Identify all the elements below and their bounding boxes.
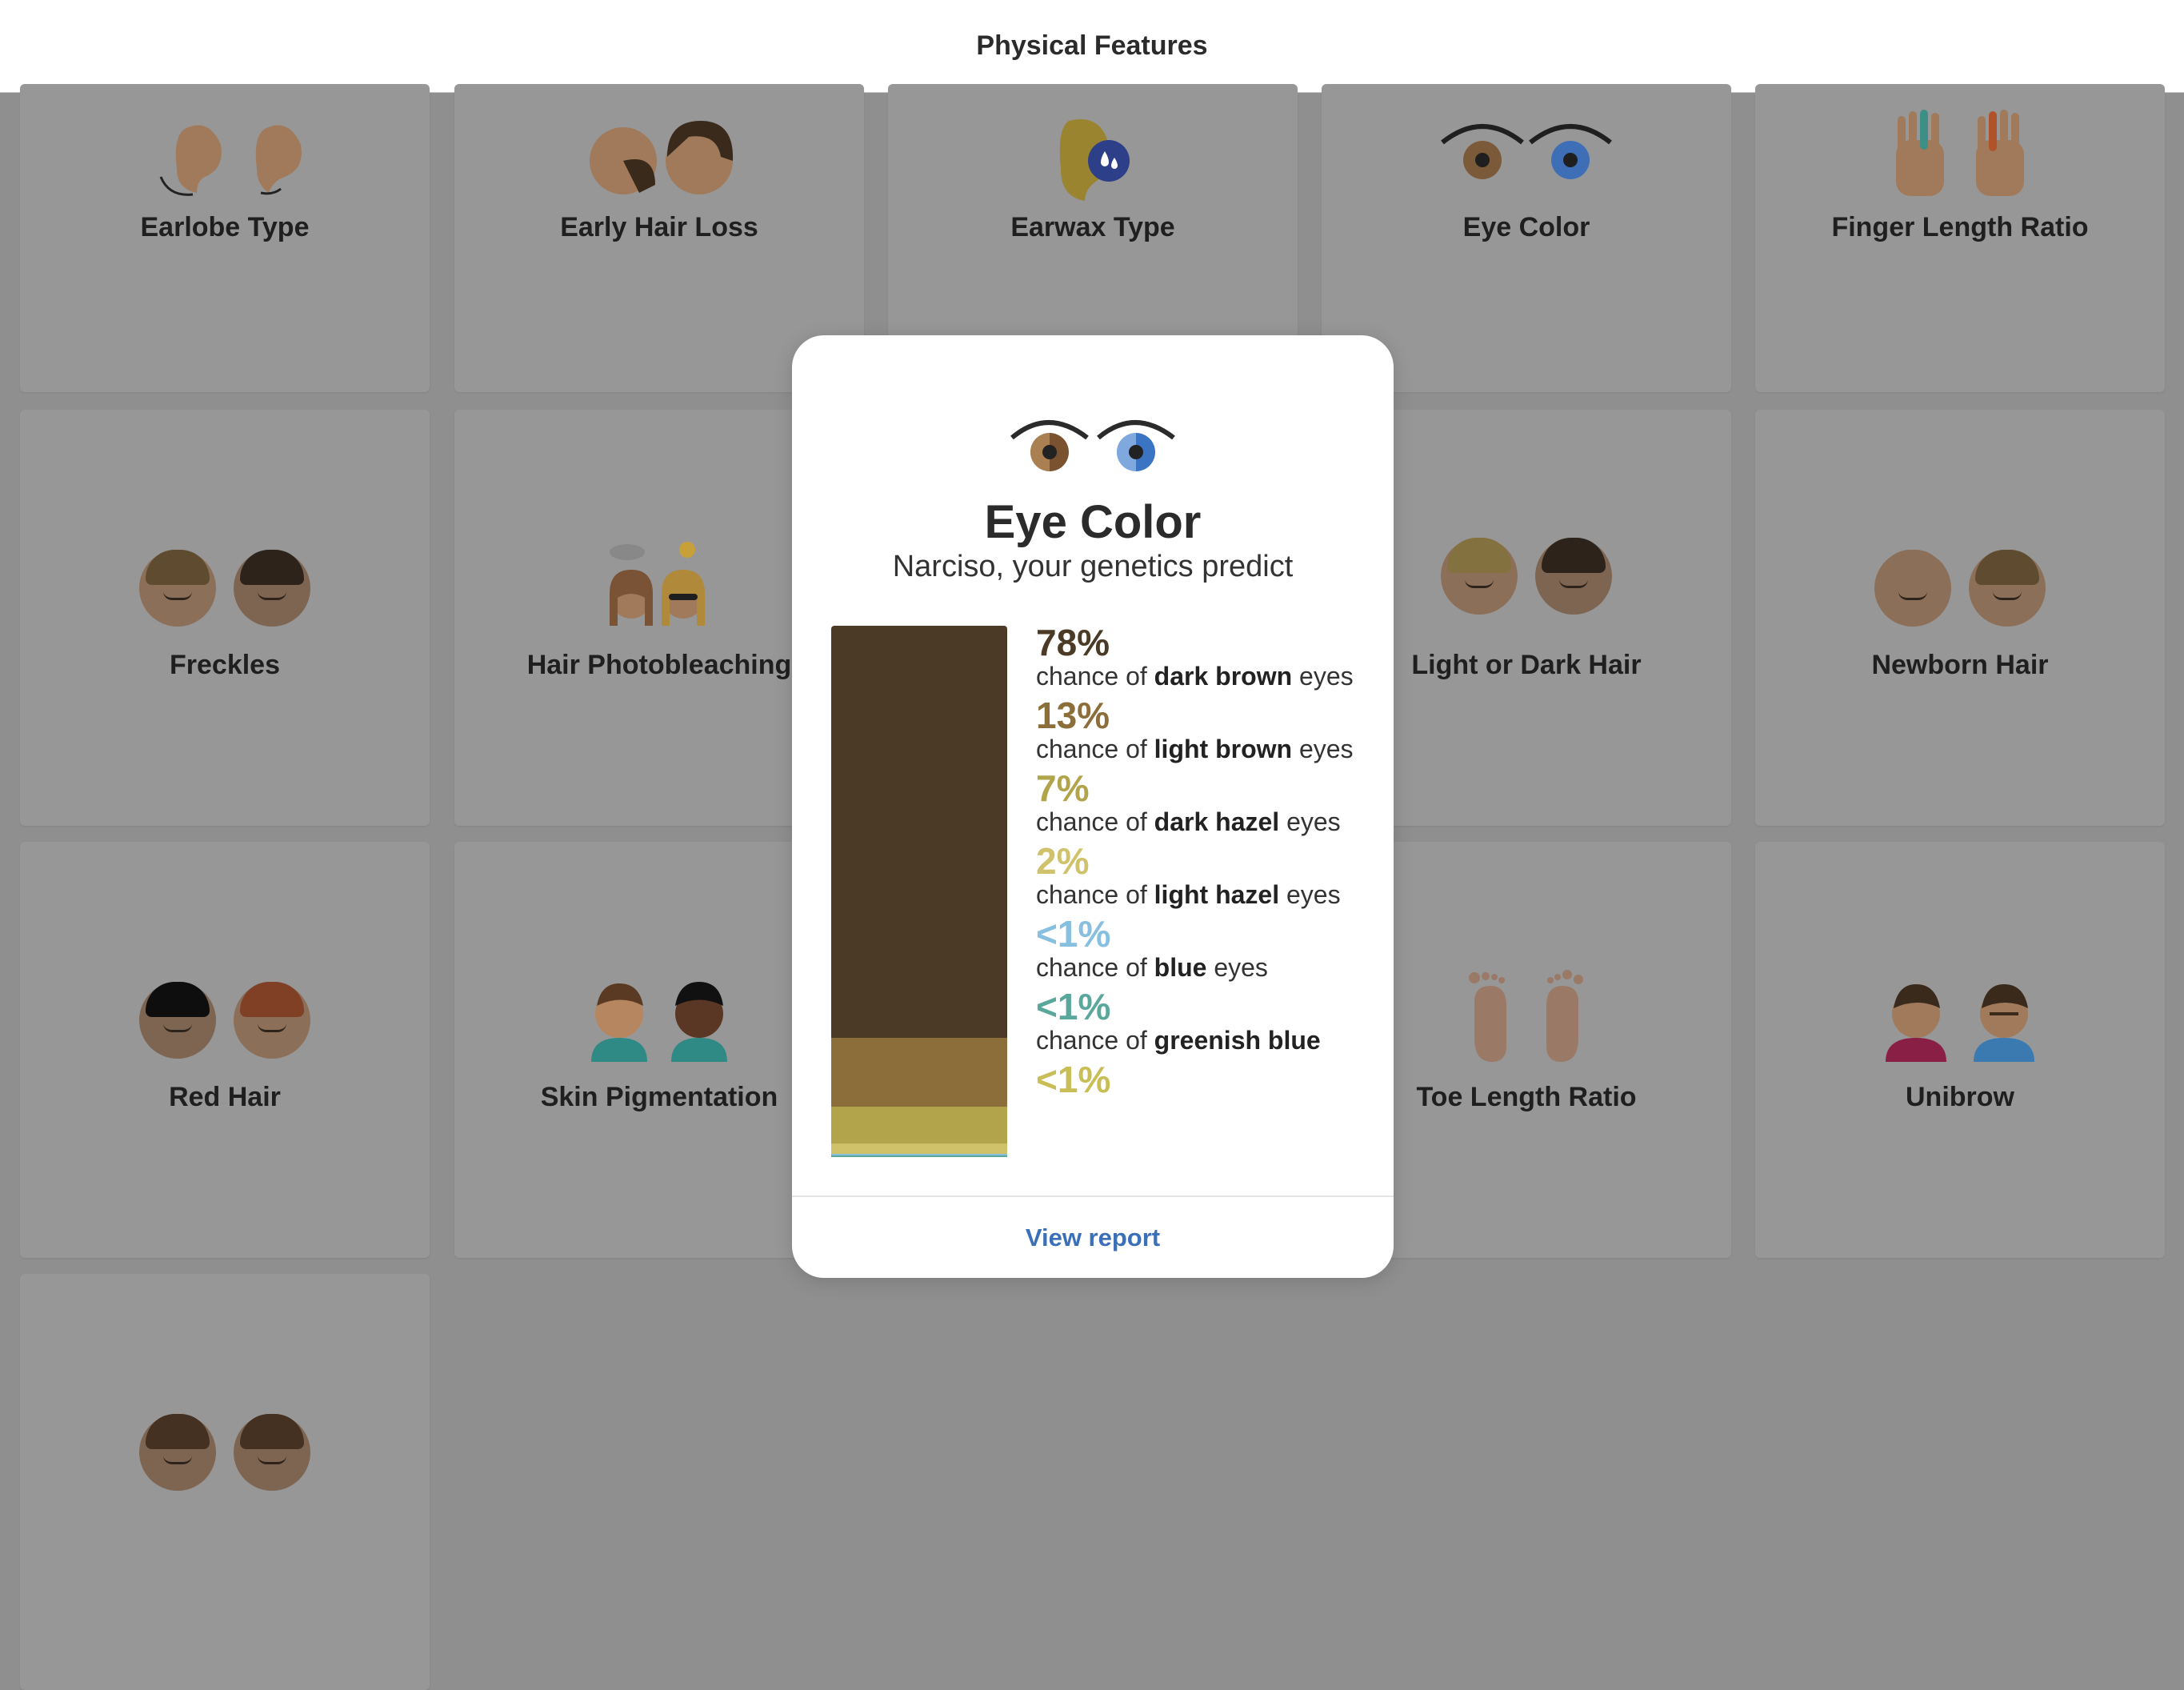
result-description: chance of greenish blue [1036,1026,1321,1055]
bar-segment [831,1155,1007,1157]
probability-legend: 78% chance of dark brown eyes 13% chance of… [1036,623,1372,1159]
result-item: 7% chance of dark hazel eyes [1036,769,1372,837]
result-percent: <1% [1036,1059,1111,1100]
result-item: <1% chance of blue eyes [1036,915,1372,983]
result-item: <1% chance of greenish blue [1036,987,1372,1055]
result-description: chance of blue eyes [1036,953,1268,982]
dialog-subtitle: Narciso, your genetics predict [892,550,1294,583]
view-report-link[interactable]: View report [792,1197,1394,1278]
result-description: chance of light hazel eyes [1036,880,1341,909]
result-item: 2% chance of light hazel eyes [1036,842,1372,910]
bar-segment [831,1106,1007,1143]
result-description: chance of light brown eyes [1036,735,1354,763]
result-percent: 2% [1036,840,1090,882]
result-description: chance of dark brown eyes [1036,662,1354,691]
result-percent: 78% [1036,623,1110,663]
result-item: 13% chance of light brown eyes [1036,696,1372,764]
result-percent: <1% [1036,913,1111,955]
result-percent: 13% [1036,695,1110,736]
eye-color-result-dialog: Eye Color Narciso, your genetics predict… [792,335,1394,1278]
result-item: 78% chance of dark brown eyes [1036,623,1372,691]
result-item: <1% [1036,1060,1372,1099]
result-percent: <1% [1036,986,1111,1027]
bar-segment [831,1037,1007,1107]
result-description: chance of dark hazel eyes [1036,807,1341,836]
modal-overlay[interactable]: Eye Color Narciso, your genetics predict… [0,0,2184,1476]
bar-segment [831,1143,1007,1154]
bar-segment [831,626,1007,1038]
dialog-title: Eye Color [984,496,1202,548]
eye-color-icon [1010,420,1175,471]
result-percent: 7% [1036,767,1090,809]
probability-stacked-bar [831,626,1007,1157]
